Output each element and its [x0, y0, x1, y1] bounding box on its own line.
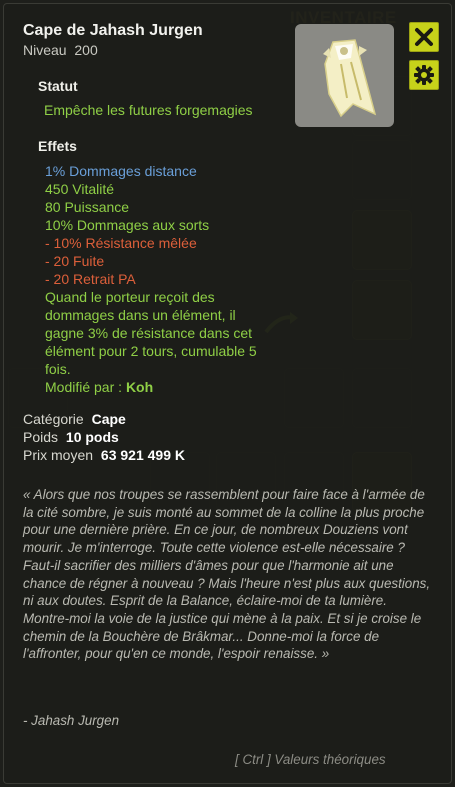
item-properties: Catégorie Cape Poids 10 pods Prix moyen …	[23, 410, 185, 464]
theoretical-values-hint: [ Ctrl ] Valeurs théoriques	[235, 752, 386, 767]
effect-line: - 20 Retrait PA	[45, 271, 136, 287]
effect-special: Quand le porteur reçoit des dommages dan…	[45, 289, 257, 377]
modified-by: Modifié par : Koh	[45, 378, 277, 396]
weight-row: Poids 10 pods	[23, 428, 185, 446]
settings-button[interactable]	[409, 60, 439, 90]
weight-label: Poids	[23, 429, 59, 445]
modified-by-name: Koh	[125, 379, 154, 395]
effect-line: 80 Puissance	[45, 199, 130, 215]
lore-author: - Jahash Jurgen	[23, 713, 120, 728]
price-row: Prix moyen 63 921 499 K	[23, 446, 185, 464]
modified-label: Modifié par :	[45, 379, 123, 395]
category-row: Catégorie Cape	[23, 410, 185, 428]
item-name: Cape de Jahash Jurgen	[23, 22, 203, 39]
gear-icon	[414, 65, 434, 85]
effect-line: 10% Dommages aux sorts	[45, 217, 210, 233]
category-label: Catégorie	[23, 411, 84, 427]
price-label: Prix moyen	[23, 447, 94, 463]
close-icon	[415, 28, 433, 46]
effects-list: 1% Dommages distance 450 Vitalité 80 Pui…	[45, 162, 277, 396]
effect-line: 1% Dommages distance	[45, 163, 197, 179]
effect-line: - 20 Fuite	[45, 253, 105, 269]
cape-item-icon	[295, 24, 394, 127]
statut-text: Empêche les futures forgemagies	[44, 102, 253, 118]
effets-title: Effets	[38, 138, 77, 154]
statut-title: Statut	[38, 78, 78, 94]
item-level: Niveau 200	[23, 42, 98, 58]
level-label: Niveau	[23, 42, 67, 58]
category-value: Cape	[91, 411, 126, 427]
weight-value: 10 pods	[65, 429, 119, 445]
effect-line: - 10% Résistance mêlée	[45, 235, 197, 251]
price-value: 63 921 499 K	[100, 447, 185, 463]
effect-line: 450 Vitalité	[45, 181, 115, 197]
level-value: 200	[74, 42, 98, 58]
close-button[interactable]	[409, 22, 439, 52]
lore-quote: « Alors que nos troupes se rassemblent p…	[23, 487, 431, 662]
